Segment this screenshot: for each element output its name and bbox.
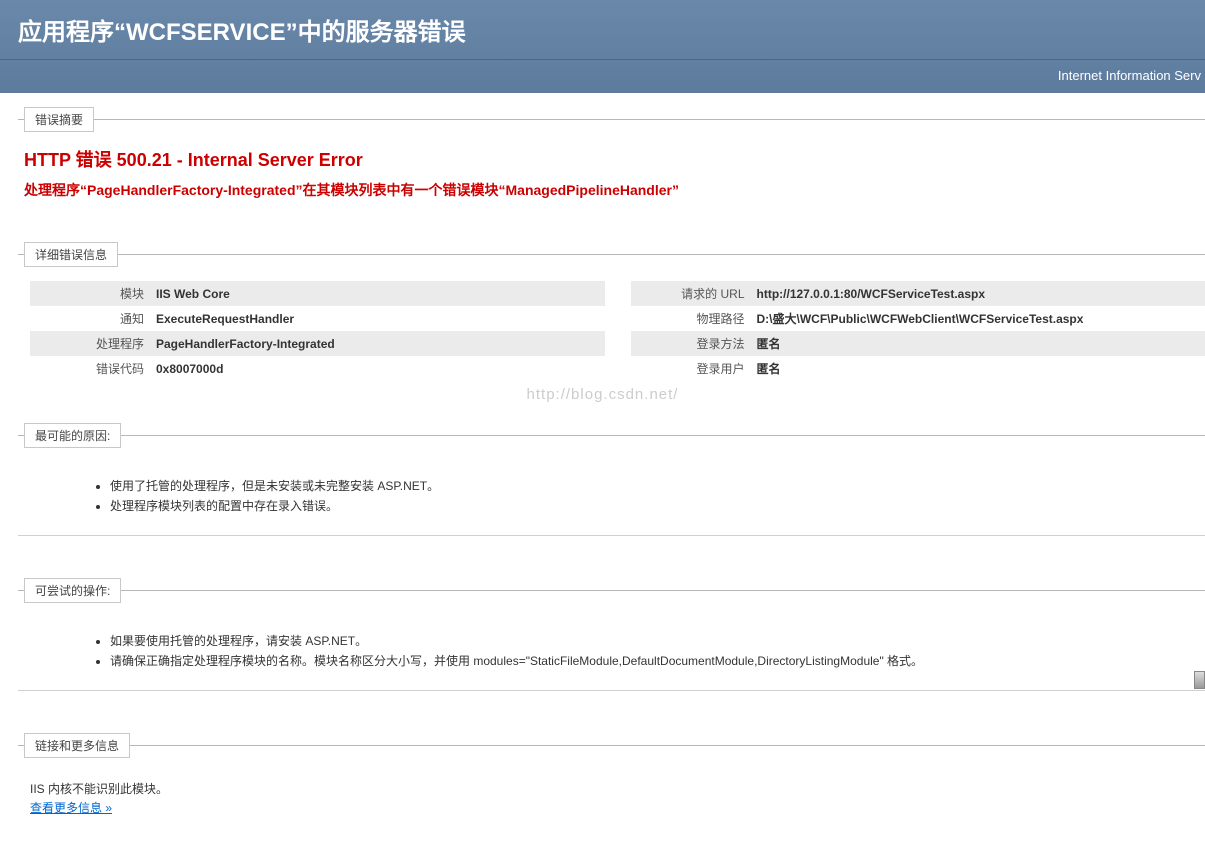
error-summary-section: 错误摘要 HTTP 错误 500.21 - Internal Server Er… bbox=[18, 107, 1205, 220]
error-header: 应用程序“WCFSERVICE”中的服务器错误 Internet Informa… bbox=[0, 0, 1205, 93]
detail-row: 通知ExecuteRequestHandler bbox=[30, 306, 605, 331]
action-item: 请确保正确指定处理程序模块的名称。模块名称区分大小写，并使用 modules="… bbox=[110, 651, 1205, 671]
detail-value: PageHandlerFactory-Integrated bbox=[150, 331, 605, 356]
details-right-table: 请求的 URLhttp://127.0.0.1:80/WCFServiceTes… bbox=[631, 281, 1205, 381]
actions-list: 如果要使用托管的处理程序，请安装 ASP.NET。 请确保正确指定处理程序模块的… bbox=[18, 617, 1205, 676]
error-details-section: 详细错误信息 模块IIS Web Core 通知ExecuteRequestHa… bbox=[18, 242, 1205, 401]
detail-label: 登录方法 bbox=[631, 331, 751, 356]
detail-label: 模块 bbox=[30, 281, 150, 306]
actions-legend: 可尝试的操作: bbox=[24, 578, 121, 603]
detail-label: 请求的 URL bbox=[631, 281, 751, 306]
cause-item: 处理程序模块列表的配置中存在录入错误。 bbox=[110, 496, 1205, 516]
causes-legend: 最可能的原因: bbox=[24, 423, 121, 448]
detail-value: 匿名 bbox=[751, 356, 1205, 381]
detail-value: ExecuteRequestHandler bbox=[150, 306, 605, 331]
detail-row: 处理程序PageHandlerFactory-Integrated bbox=[30, 331, 605, 356]
detail-row: 登录用户匿名 bbox=[631, 356, 1205, 381]
links-section: 链接和更多信息 IIS 内核不能识别此模块。 查看更多信息 » bbox=[18, 733, 1205, 838]
detail-row: 登录方法匿名 bbox=[631, 331, 1205, 356]
more-info-link[interactable]: 查看更多信息 » bbox=[30, 801, 112, 815]
error-summary-legend: 错误摘要 bbox=[24, 107, 94, 132]
detail-value: 0x8007000d bbox=[150, 356, 605, 381]
page-title: 应用程序“WCFSERVICE”中的服务器错误 bbox=[0, 4, 1205, 60]
error-details-legend: 详细错误信息 bbox=[24, 242, 118, 267]
detail-label: 错误代码 bbox=[30, 356, 150, 381]
iis-brand-bar: Internet Information Serv bbox=[0, 60, 1205, 93]
http-error-title: HTTP 错误 500.21 - Internal Server Error bbox=[18, 146, 1205, 180]
detail-label: 通知 bbox=[30, 306, 150, 331]
detail-value: http://127.0.0.1:80/WCFServiceTest.aspx bbox=[751, 281, 1205, 306]
detail-label: 物理路径 bbox=[631, 306, 751, 331]
scrollbar-fragment[interactable] bbox=[1194, 671, 1205, 689]
actions-section: 可尝试的操作: 如果要使用托管的处理程序，请安装 ASP.NET。 请确保正确指… bbox=[18, 578, 1205, 711]
detail-row: 请求的 URLhttp://127.0.0.1:80/WCFServiceTes… bbox=[631, 281, 1205, 306]
detail-row: 物理路径D:\盛大\WCF\Public\WCFWebClient\WCFSer… bbox=[631, 306, 1205, 331]
detail-row: 错误代码0x8007000d bbox=[30, 356, 605, 381]
detail-label: 处理程序 bbox=[30, 331, 150, 356]
causes-section: 最可能的原因: 使用了托管的处理程序，但是未安装或未完整安装 ASP.NET。 … bbox=[18, 423, 1205, 556]
links-legend: 链接和更多信息 bbox=[24, 733, 130, 758]
links-text: IIS 内核不能识别此模块。 bbox=[30, 780, 1205, 799]
detail-row: 模块IIS Web Core bbox=[30, 281, 605, 306]
detail-value: IIS Web Core bbox=[150, 281, 605, 306]
detail-label: 登录用户 bbox=[631, 356, 751, 381]
detail-value: 匿名 bbox=[751, 331, 1205, 356]
cause-item: 使用了托管的处理程序，但是未安装或未完整安装 ASP.NET。 bbox=[110, 476, 1205, 496]
detail-value: D:\盛大\WCF\Public\WCFWebClient\WCFService… bbox=[751, 306, 1205, 331]
http-error-subtitle: 处理程序“PageHandlerFactory-Integrated”在其模块列… bbox=[18, 180, 1205, 200]
action-item: 如果要使用托管的处理程序，请安装 ASP.NET。 bbox=[110, 631, 1205, 651]
details-left-table: 模块IIS Web Core 通知ExecuteRequestHandler 处… bbox=[30, 281, 605, 381]
causes-list: 使用了托管的处理程序，但是未安装或未完整安装 ASP.NET。 处理程序模块列表… bbox=[18, 462, 1205, 521]
